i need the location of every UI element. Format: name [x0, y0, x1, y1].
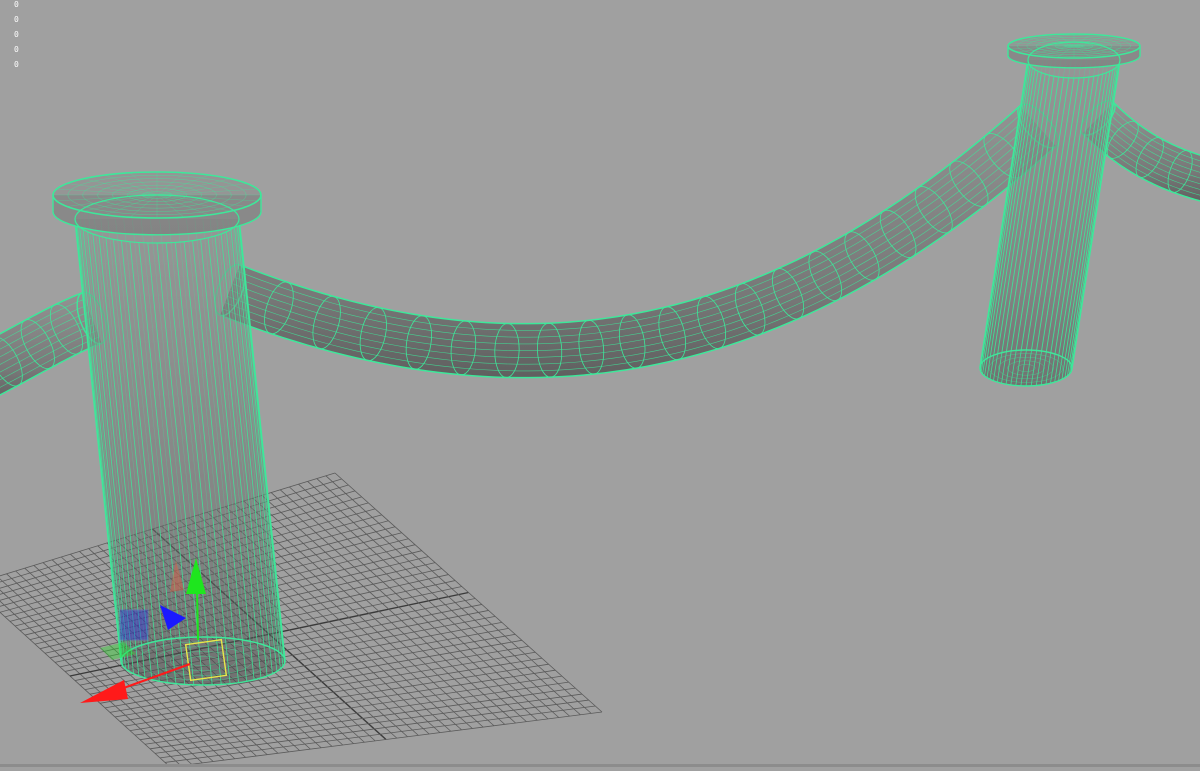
ground-grid	[0, 472, 603, 768]
post-left-wireframe[interactable]	[52, 171, 286, 686]
hud-line: 0	[14, 45, 19, 54]
hud-line: 0	[14, 30, 19, 39]
post-right-wireframe[interactable]	[979, 33, 1141, 387]
hud-readout: 0 0 0 0 0	[14, 0, 19, 72]
hud-line: 0	[14, 0, 19, 9]
hud-line: 0	[14, 15, 19, 24]
3d-viewport[interactable]: 0 0 0 0 0	[0, 0, 1200, 768]
hud-line: 0	[14, 60, 19, 69]
rope-center-wireframe[interactable]	[209, 98, 1065, 379]
